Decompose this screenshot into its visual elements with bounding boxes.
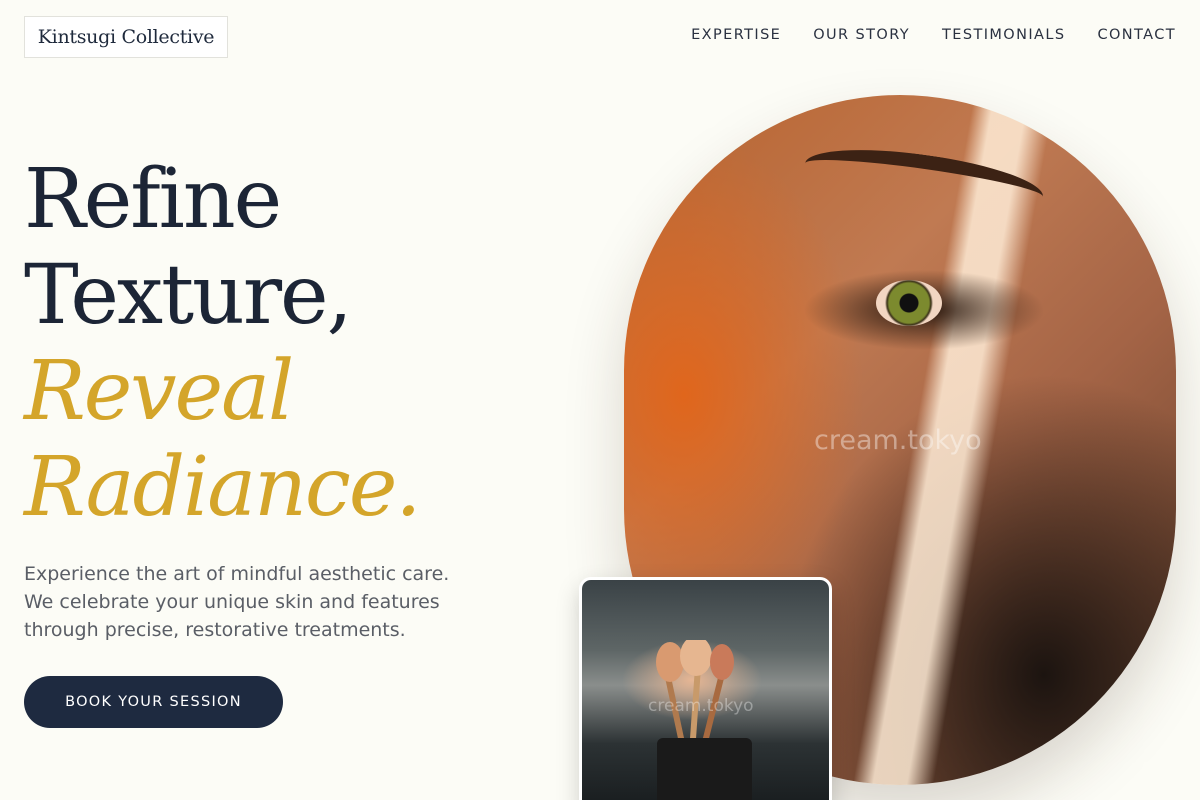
portrait-brow	[801, 138, 1047, 222]
logo[interactable]: Kintsugi Collective	[24, 16, 228, 58]
book-session-button[interactable]: BOOK YOUR SESSION	[24, 676, 283, 728]
portrait-watermark: cream.tokyo	[814, 425, 982, 456]
headline-line-4: Radiance.	[24, 440, 421, 535]
main-nav: EXPERTISE OUR STORY TESTIMONIALS CONTACT	[691, 27, 1176, 43]
hero-subtext: Experience the art of mindful aesthetic …	[24, 560, 484, 644]
hero-headline: Refine Texture, Reveal Radiance.	[24, 152, 421, 536]
nav-item-testimonials[interactable]: TESTIMONIALS	[942, 27, 1065, 43]
portrait-eye	[876, 280, 942, 326]
nav-item-expertise[interactable]: EXPERTISE	[691, 27, 781, 43]
nav-item-contact[interactable]: CONTACT	[1097, 27, 1176, 43]
headline-line-2: Texture,	[24, 248, 353, 343]
subtext-line-2: We celebrate your unique skin and featur…	[24, 591, 440, 613]
headline-line-1: Refine	[24, 152, 282, 247]
brushes-illustration	[656, 640, 734, 750]
brush-jar	[657, 738, 752, 800]
subtext-line-3: through precise, restorative treatments.	[24, 619, 406, 641]
subtext-line-1: Experience the art of mindful aesthetic …	[24, 563, 450, 585]
nav-item-our-story[interactable]: OUR STORY	[813, 27, 910, 43]
card-watermark: cream.tokyo	[648, 696, 754, 716]
headline-line-3: Reveal	[24, 344, 294, 439]
makeup-brushes-image: cream.tokyo	[579, 577, 832, 800]
